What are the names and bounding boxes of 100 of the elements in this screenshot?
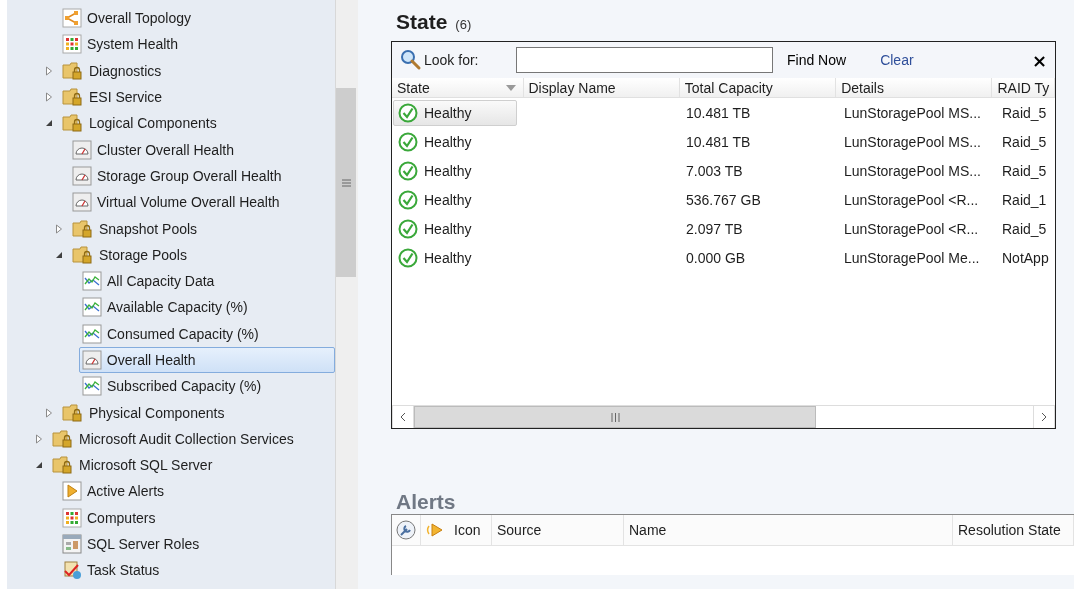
tree-item[interactable]: System Health: [59, 31, 184, 58]
search-field[interactable]: [516, 47, 773, 73]
expand-triangle-icon[interactable]: [45, 65, 53, 76]
gauge-icon: [81, 350, 102, 370]
sort-arrow-icon: [505, 84, 516, 91]
tree-item[interactable]: Overall Health: [78, 347, 335, 373]
tree-item[interactable]: Logical Components: [59, 110, 222, 137]
table-cell: Raid_5: [1002, 104, 1047, 121]
chevron-left-icon: [400, 412, 406, 422]
tree-item[interactable]: Diagnostics: [59, 57, 167, 84]
line-chart-icon: [82, 297, 102, 318]
locked-folder-icon: [62, 87, 84, 108]
column-header[interactable]: Resolution State: [953, 515, 1074, 545]
expand-triangle-icon[interactable]: [35, 433, 43, 444]
gauge-icon: [72, 192, 92, 213]
tree-item[interactable]: Storage Group Overall Health: [69, 162, 287, 189]
table-cell: Raid_5: [1002, 133, 1047, 150]
column-header[interactable]: Source: [492, 515, 624, 545]
state-cell[interactable]: Healthy: [393, 244, 517, 271]
table-cell: LunStoragePool <R...: [844, 191, 979, 208]
column-header[interactable]: Display Name: [523, 78, 680, 97]
tree-item[interactable]: Overall Topology: [59, 5, 197, 32]
tree-item[interactable]: Virtual Volume Overall Health: [69, 189, 285, 216]
check-circle-icon: [398, 160, 418, 181]
check-circle-icon: [398, 247, 418, 268]
window-icon: [62, 534, 82, 555]
state-cell[interactable]: Healthy: [393, 186, 517, 213]
table-cell: LunStoragePool Me...: [844, 249, 980, 266]
locked-folder-icon: [62, 402, 84, 423]
scrollbar-thumb[interactable]: [336, 88, 356, 277]
locked-folder-icon: [62, 113, 84, 134]
locked-folder-icon: [72, 244, 94, 265]
expand-triangle-icon[interactable]: [55, 223, 63, 234]
column-header[interactable]: State: [392, 78, 524, 97]
tree-item[interactable]: Task Status: [59, 557, 165, 584]
column-header[interactable]: Icon: [421, 515, 492, 545]
collapse-triangle-icon[interactable]: [55, 250, 63, 259]
table-cell: 536.767 GB: [686, 191, 761, 208]
collapse-triangle-icon[interactable]: [35, 461, 43, 470]
locked-folder-icon: [62, 60, 84, 81]
grip-icon: [610, 412, 620, 422]
clear-link[interactable]: Clear: [880, 52, 914, 68]
check-circle-icon: [398, 189, 418, 210]
column-header[interactable]: Total Capacity: [679, 78, 837, 97]
state-cell[interactable]: Healthy: [393, 99, 517, 126]
table-cell: LunStoragePool MS...: [844, 162, 981, 179]
line-chart-icon: [82, 271, 102, 292]
table-cell: 10.481 TB: [686, 104, 751, 121]
collapse-triangle-icon[interactable]: [45, 119, 53, 128]
table-cell: 0.000 GB: [686, 249, 746, 266]
color-grid-icon: [62, 34, 82, 55]
line-chart-icon: [82, 376, 102, 397]
column-header[interactable]: Name: [624, 515, 953, 545]
topology-icon: [62, 8, 82, 29]
table-cell: LunStoragePool <R...: [844, 220, 979, 237]
tree-item[interactable]: ESI Service: [59, 84, 168, 111]
expand-triangle-icon[interactable]: [45, 407, 53, 418]
table-cell: Raid_1: [1002, 191, 1047, 208]
check-circle-icon: [398, 102, 418, 123]
tree-item[interactable]: Snapshot Pools: [69, 215, 203, 242]
table-cell: 7.003 TB: [686, 162, 743, 179]
tree-item[interactable]: Microsoft SQL Server: [49, 452, 218, 479]
table-cell: LunStoragePool MS...: [844, 133, 981, 150]
locked-folder-icon: [52, 428, 74, 449]
column-header[interactable]: Details: [836, 78, 993, 97]
grip-icon: [341, 178, 351, 187]
line-chart-icon: [82, 323, 102, 344]
tree-item[interactable]: Cluster Overall Health: [69, 136, 239, 163]
check-circle-icon: [398, 131, 418, 152]
tree-item[interactable]: All Capacity Data: [79, 268, 220, 295]
state-cell[interactable]: Healthy: [393, 157, 517, 184]
tree-item[interactable]: Consumed Capacity (%): [79, 320, 264, 347]
section-title: State: [396, 10, 448, 34]
close-button[interactable]: ×: [1031, 49, 1047, 71]
column-header[interactable]: RAID Ty: [992, 78, 1055, 97]
tree-item[interactable]: Microsoft Audit Collection Services: [49, 425, 299, 452]
gauge-icon: [72, 165, 92, 186]
expand-triangle-icon[interactable]: [45, 92, 53, 103]
table-cell: NotApp: [1002, 249, 1049, 266]
gauge-icon: [72, 139, 92, 160]
tree-item[interactable]: Available Capacity (%): [79, 294, 253, 321]
state-cell[interactable]: Healthy: [393, 128, 517, 155]
table-cell: Raid_5: [1002, 220, 1047, 237]
state-cell[interactable]: Healthy: [393, 215, 517, 242]
table-cell: LunStoragePool MS...: [844, 104, 981, 121]
locked-folder-icon: [52, 455, 74, 476]
tree-item[interactable]: SQL Server Roles: [59, 531, 205, 558]
table-cell: 2.097 TB: [686, 220, 743, 237]
task-icon: [62, 560, 82, 581]
locked-folder-icon: [72, 218, 94, 239]
tree-item[interactable]: Subscribed Capacity (%): [79, 373, 267, 400]
tree-item[interactable]: Physical Components: [59, 399, 230, 426]
tree-item[interactable]: Storage Pools: [69, 241, 192, 268]
tree-item[interactable]: Computers: [59, 504, 161, 531]
scrollbar-thumb[interactable]: [414, 406, 816, 428]
tree-item[interactable]: Active Alerts: [59, 478, 170, 505]
find-now-button[interactable]: Find Now: [787, 52, 847, 68]
section-title: Alerts: [395, 490, 457, 514]
look-for-label: Look for:: [424, 52, 480, 68]
table-cell: Raid_5: [1002, 162, 1047, 179]
